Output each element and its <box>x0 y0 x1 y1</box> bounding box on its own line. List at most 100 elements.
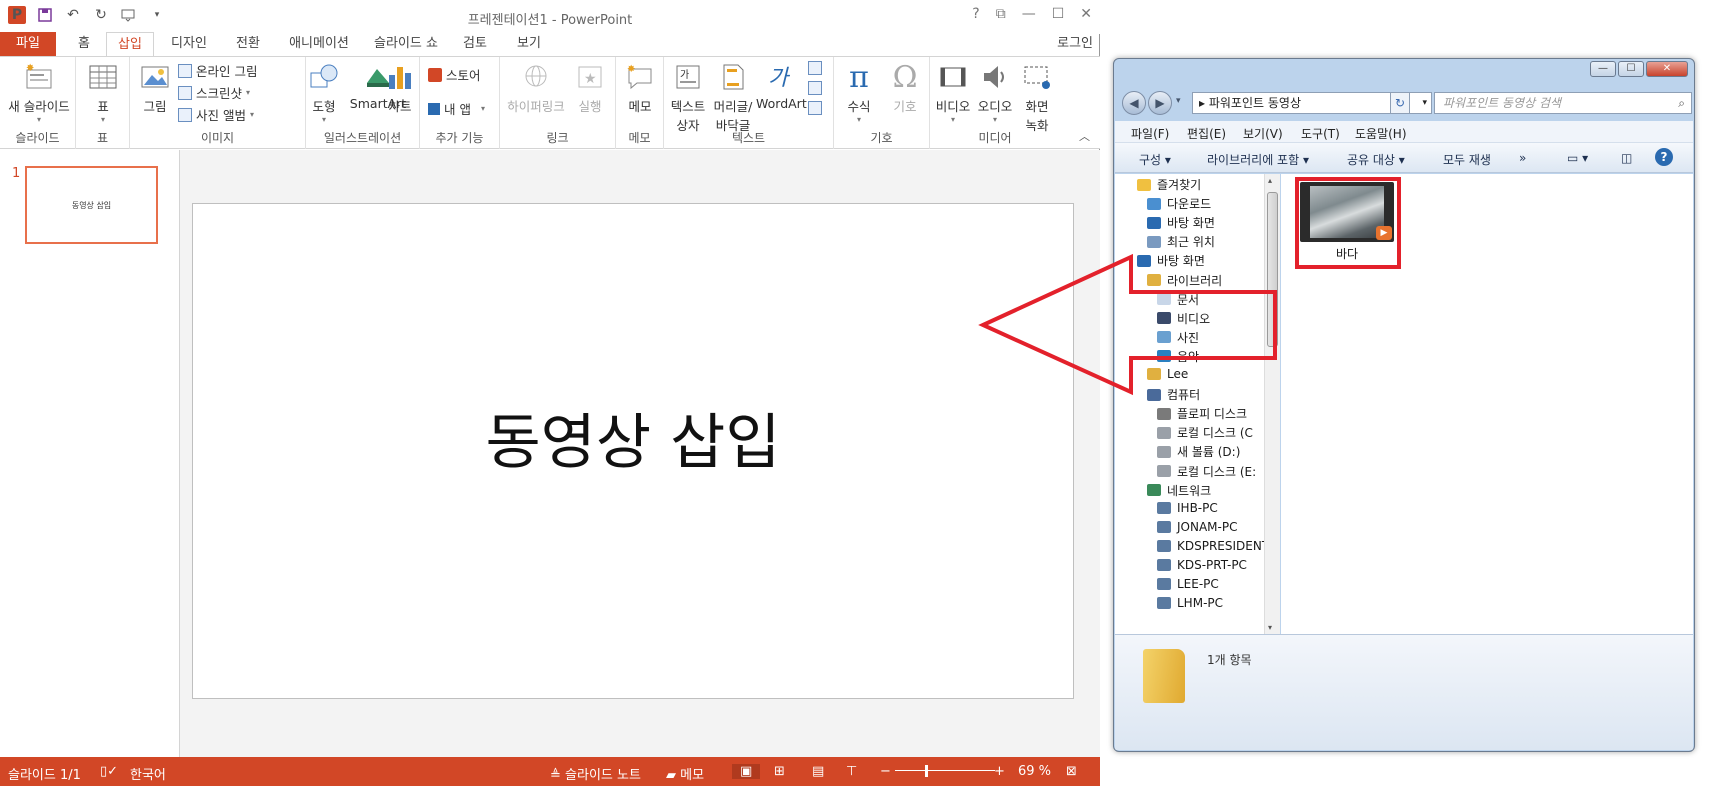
slide-canvas[interactable]: 동영상 삽입 <box>192 203 1074 699</box>
header-footer-button[interactable]: 머리글/ 바닥글 <box>710 61 756 134</box>
explorer-maximize-icon[interactable]: ☐ <box>1618 61 1644 77</box>
slide-title[interactable]: 동영상 삽입 <box>193 394 1073 481</box>
nav-item[interactable]: 최근 위치 <box>1147 233 1215 250</box>
nav-item[interactable]: KDS-PRT-PC <box>1157 558 1247 572</box>
refresh-icon[interactable]: ↻ <box>1390 92 1410 114</box>
nav-scrollbar-thumb[interactable] <box>1267 192 1278 347</box>
online-picture-button[interactable]: 온라인 그림 <box>178 61 257 80</box>
back-icon[interactable]: ◀ <box>1122 91 1146 115</box>
nav-item[interactable]: 로컬 디스크 (E: <box>1157 463 1256 480</box>
store-button[interactable]: 스토어 <box>428 65 481 84</box>
menu-view[interactable]: 보기(V) <box>1243 125 1283 142</box>
nav-item[interactable]: 라이브러리 <box>1147 272 1222 289</box>
forward-icon[interactable]: ▶ <box>1148 91 1172 115</box>
hyperlink-button[interactable]: 하이퍼링크 <box>504 61 568 115</box>
scroll-down-icon[interactable]: ▾ <box>1268 623 1272 632</box>
nav-item[interactable]: 바탕 화면 <box>1137 252 1205 269</box>
ribbon-display-icon[interactable]: ⧉ <box>996 6 1006 22</box>
tab-view[interactable]: 보기 <box>504 32 554 56</box>
nav-item[interactable]: KDSPRESIDENT <box>1157 539 1264 553</box>
notes-button[interactable]: ≜ 슬라이드 노트 <box>550 764 641 783</box>
share-with-button[interactable]: 공유 대상 ▾ <box>1347 151 1405 168</box>
fit-to-window-icon[interactable]: ⊠ <box>1066 764 1077 779</box>
preview-pane-icon[interactable]: ◫ <box>1621 151 1632 165</box>
audio-button[interactable]: 오디오 ▾ <box>974 61 1016 124</box>
menu-edit[interactable]: 편집(E) <box>1187 125 1226 142</box>
help-icon[interactable]: ? <box>972 6 979 22</box>
object-icon[interactable] <box>808 101 822 115</box>
chart-button[interactable]: 차트 <box>380 61 420 115</box>
screen-recording-button[interactable]: 화면 녹화 <box>1016 61 1058 134</box>
my-apps-button[interactable]: 내 앱 ▾ <box>428 99 485 118</box>
nav-item[interactable]: 플로피 디스크 <box>1157 405 1247 422</box>
slide-number-icon[interactable] <box>808 81 822 95</box>
minimize-icon[interactable]: — <box>1022 6 1036 22</box>
nav-item[interactable]: 비디오 <box>1157 310 1210 327</box>
nav-item[interactable]: LEE-PC <box>1157 577 1219 591</box>
play-all-button[interactable]: 모두 재생 <box>1443 151 1491 168</box>
spellcheck-icon[interactable]: ▯✓ <box>100 764 118 779</box>
photo-album-button[interactable]: 사진 앨범 ▾ <box>178 105 254 124</box>
tab-slideshow[interactable]: 슬라이드 쇼 <box>366 32 446 56</box>
zoom-slider-track[interactable] <box>895 770 995 771</box>
include-in-library-button[interactable]: 라이브러리에 포함 ▾ <box>1207 151 1309 168</box>
nav-scrollbar[interactable]: ▴ ▾ <box>1264 174 1280 634</box>
nav-item[interactable]: 즐겨찾기 <box>1137 176 1201 193</box>
slide-thumbnail[interactable]: 동영상 삽입 <box>25 166 158 244</box>
tab-file[interactable]: 파일 <box>0 32 56 56</box>
nav-item[interactable]: 문서 <box>1157 291 1199 308</box>
tab-animations[interactable]: 애니메이션 <box>276 32 362 56</box>
nav-item[interactable]: LHM-PC <box>1157 596 1223 610</box>
zoom-in-button[interactable]: + <box>994 764 1005 779</box>
tab-review[interactable]: 검토 <box>450 32 500 56</box>
nav-item[interactable]: JONAM-PC <box>1157 520 1237 534</box>
zoom-level[interactable]: 69 % <box>1018 764 1051 779</box>
zoom-slider-thumb[interactable] <box>925 765 928 777</box>
close-icon[interactable]: ✕ <box>1080 6 1092 22</box>
nav-item[interactable]: 바탕 화면 <box>1147 214 1215 231</box>
tab-insert[interactable]: 삽입 <box>106 32 154 56</box>
organize-button[interactable]: 구성 ▾ <box>1139 151 1171 168</box>
recent-pages-icon[interactable]: ▾ <box>1176 96 1181 106</box>
tab-transitions[interactable]: 전환 <box>224 32 272 56</box>
tab-design[interactable]: 디자인 <box>158 32 220 56</box>
symbol-button[interactable]: Ω 기호 <box>884 60 926 115</box>
menu-help[interactable]: 도움말(H) <box>1355 125 1407 142</box>
nav-item[interactable]: IHB-PC <box>1157 501 1218 515</box>
explorer-minimize-icon[interactable]: — <box>1590 61 1616 77</box>
picture-button[interactable]: 그림 <box>134 61 176 115</box>
action-button[interactable]: ★ 실행 <box>570 61 610 115</box>
change-view-icon[interactable]: ▭ ▾ <box>1567 151 1588 165</box>
new-slide-button[interactable]: ✸ 새 슬라이드 ▾ <box>4 61 74 124</box>
nav-item[interactable]: 사진 <box>1157 329 1199 346</box>
sign-in-link[interactable]: 로그인 <box>1057 32 1093 51</box>
video-button[interactable]: 비디오 ▾ <box>932 61 974 124</box>
slideshow-view-icon[interactable]: ⊤ <box>846 764 857 779</box>
nav-item[interactable]: 새 볼륨 (D:) <box>1157 443 1240 460</box>
nav-item[interactable]: Lee <box>1147 367 1188 381</box>
help-icon[interactable]: ? <box>1655 148 1673 166</box>
zoom-out-button[interactable]: − <box>880 764 891 779</box>
nav-item[interactable]: 로컬 디스크 (C <box>1157 424 1253 441</box>
reading-view-icon[interactable]: ▤ <box>812 764 824 779</box>
nav-item[interactable]: 네트워크 <box>1147 482 1211 499</box>
explorer-close-icon[interactable]: ✕ <box>1646 61 1688 77</box>
normal-view-icon[interactable]: ▣ <box>732 764 761 779</box>
nav-item[interactable]: 다운로드 <box>1147 195 1211 212</box>
nav-item[interactable]: 음악 <box>1157 348 1199 365</box>
slide-sorter-icon[interactable]: ⊞ <box>774 764 785 779</box>
date-time-icon[interactable] <box>808 61 822 75</box>
menu-tools[interactable]: 도구(T) <box>1301 125 1340 142</box>
scroll-up-icon[interactable]: ▴ <box>1268 176 1272 185</box>
comment-button[interactable]: ✸ 메모 <box>620 61 660 115</box>
tab-home[interactable]: 홈 <box>62 32 106 56</box>
table-button[interactable]: 표 ▾ <box>82 61 124 124</box>
wordart-button[interactable]: 가 WordArt <box>756 61 807 111</box>
collapse-ribbon-icon[interactable]: ︿ <box>1079 128 1090 144</box>
maximize-icon[interactable]: ☐ <box>1052 6 1065 22</box>
screenshot-button[interactable]: 스크린샷 ▾ <box>178 83 250 102</box>
comments-button[interactable]: ▰ 메모 <box>666 764 704 783</box>
equation-button[interactable]: π 수식 ▾ <box>838 60 880 125</box>
search-input[interactable]: 파워포인트 동영상 검색 ⌕ <box>1434 92 1692 114</box>
more-commands-button[interactable]: » <box>1519 151 1526 165</box>
